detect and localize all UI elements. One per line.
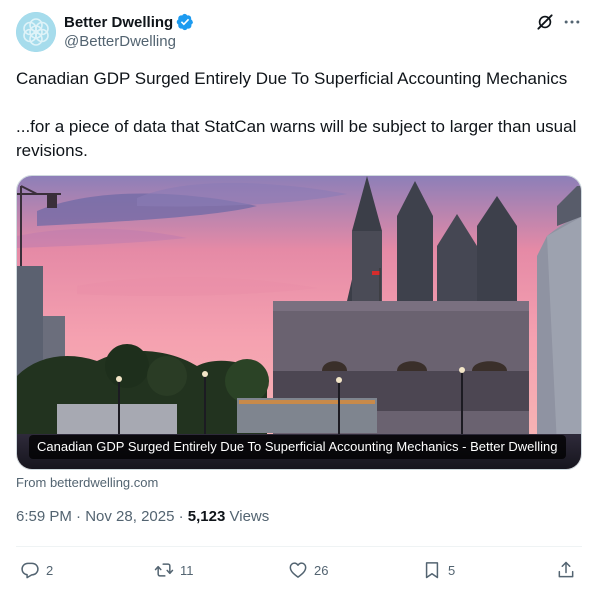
meta-separator: · — [71, 508, 86, 525]
reply-button[interactable]: 2 — [20, 558, 53, 582]
avatar[interactable] — [16, 12, 56, 52]
reply-icon — [21, 562, 39, 579]
card-image — [17, 176, 581, 469]
tweet-meta: 6:59 PM · Nov 28, 2025 · 5,123 Views — [16, 508, 269, 525]
more-icon[interactable] — [562, 12, 582, 32]
divider — [16, 546, 582, 547]
card-source-link[interactable]: From betterdwelling.com — [16, 475, 158, 490]
tweet: Better Dwelling @BetterDwelling Canadian… — [0, 0, 598, 594]
repost-count: 11 — [180, 562, 194, 578]
grok-icon[interactable] — [535, 12, 555, 32]
bookmark-button[interactable]: 5 — [422, 558, 455, 582]
card-caption[interactable]: Canadian GDP Surged Entirely Due To Supe… — [29, 435, 566, 459]
share-button[interactable] — [556, 558, 576, 582]
avatar-logo — [16, 12, 56, 52]
tweet-text-body: ...for a piece of data that StatCan warn… — [16, 117, 577, 160]
reply-count: 2 — [46, 562, 54, 578]
views-label: Views — [225, 508, 270, 525]
author-name-row: Better Dwelling — [64, 12, 194, 32]
meta-separator: · — [174, 508, 188, 525]
tweet-time[interactable]: 6:59 PM — [16, 508, 72, 525]
like-button[interactable]: 26 — [288, 558, 328, 582]
bookmark-count: 5 — [448, 562, 456, 578]
like-icon — [289, 562, 307, 578]
share-icon — [558, 561, 574, 578]
repost-button[interactable]: 11 — [154, 558, 194, 582]
tweet-text: Canadian GDP Surged Entirely Due To Supe… — [16, 67, 584, 163]
tweet-text-headline: Canadian GDP Surged Entirely Due To Supe… — [16, 69, 568, 88]
bookmark-icon — [425, 562, 439, 579]
tweet-date[interactable]: Nov 28, 2025 — [85, 508, 174, 525]
views-count: 5,123 — [187, 508, 226, 525]
link-card[interactable]: Canadian GDP Surged Entirely Due To Supe… — [16, 175, 582, 470]
verified-icon[interactable] — [176, 13, 194, 31]
like-count: 26 — [314, 562, 329, 578]
repost-icon — [154, 563, 174, 577]
author-display-name[interactable]: Better Dwelling — [64, 14, 173, 31]
action-bar: 2 11 26 5 — [16, 558, 582, 582]
author-handle[interactable]: @BetterDwelling — [64, 33, 176, 50]
